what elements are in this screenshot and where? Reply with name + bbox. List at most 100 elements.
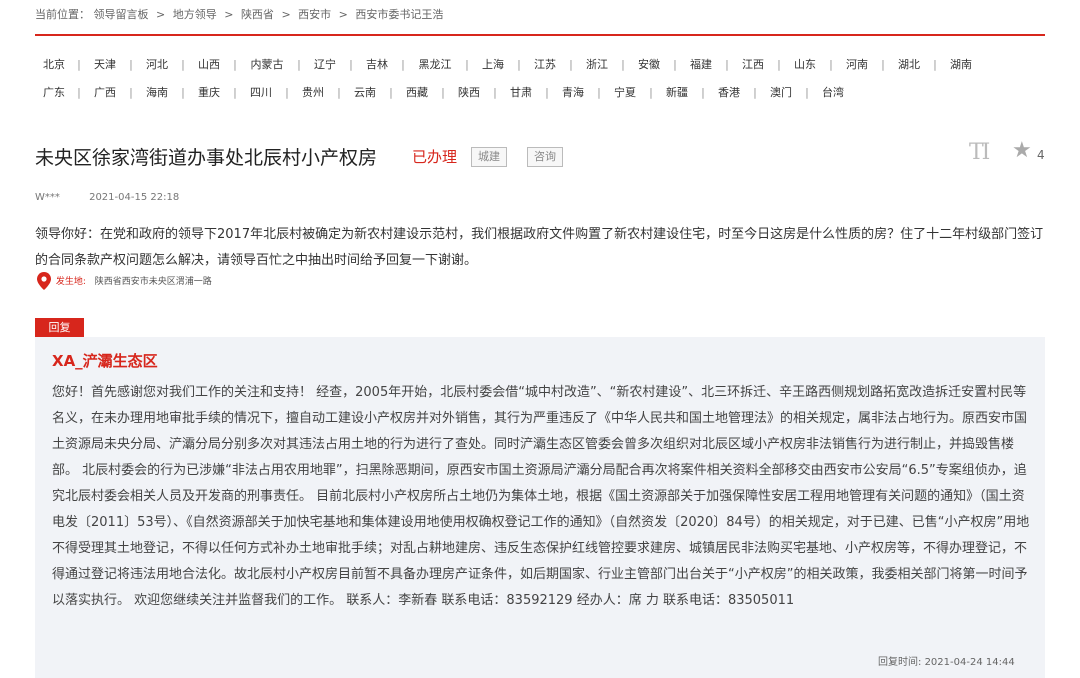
region-link[interactable]: 海南 <box>137 84 177 100</box>
font-size-icon[interactable]: TI <box>969 140 990 165</box>
star-count: 4 <box>1037 148 1045 162</box>
region-link[interactable]: 山东 <box>785 56 825 72</box>
region-link[interactable]: 台湾 <box>813 84 853 100</box>
region-link[interactable]: 河北 <box>137 56 177 72</box>
region-link[interactable]: 上海 <box>473 56 513 72</box>
region-link[interactable]: 江苏 <box>525 56 565 72</box>
region-link[interactable]: 北京 <box>35 56 73 72</box>
region-link[interactable]: 宁夏 <box>605 84 645 100</box>
region-divider: | <box>401 58 405 71</box>
region-link[interactable]: 辽宁 <box>305 56 345 72</box>
reply-time: 回复时间: 2021-04-24 14:44 <box>878 653 1015 668</box>
region-divider: | <box>389 86 393 99</box>
region-divider: | <box>129 58 133 71</box>
region-link[interactable]: 澳门 <box>761 84 801 100</box>
region-link[interactable]: 湖北 <box>889 56 929 72</box>
region-divider: | <box>77 86 81 99</box>
region-link[interactable]: 吉林 <box>357 56 397 72</box>
reply-department: XA_浐灞生态区 <box>52 352 158 370</box>
message-content: 领导你好：在党和政府的领导下2017年北辰村被确定为新农村建设示范村，我们根据政… <box>35 227 1044 268</box>
location-pin-icon <box>37 272 51 290</box>
breadcrumb-separator: > <box>156 8 166 21</box>
region-divider: | <box>465 58 469 71</box>
region-divider: | <box>569 58 573 71</box>
breadcrumb-item[interactable]: 领导留言板 <box>94 8 149 21</box>
location: 发生地: 陕西省西安市未央区渭浦一路 <box>37 272 212 290</box>
region-link[interactable]: 山西 <box>189 56 229 72</box>
region-link[interactable]: 青海 <box>553 84 593 100</box>
region-link[interactable]: 湖南 <box>941 56 981 72</box>
region-link[interactable]: 内蒙古 <box>241 56 293 72</box>
region-divider: | <box>129 86 133 99</box>
region-link[interactable]: 广东 <box>35 84 73 100</box>
breadcrumb-separator: > <box>338 8 348 21</box>
region-divider: | <box>621 58 625 71</box>
region-divider: | <box>181 58 185 71</box>
region-divider: | <box>233 58 237 71</box>
region-divider: | <box>517 58 521 71</box>
header-divider <box>35 34 1045 36</box>
region-link[interactable]: 西藏 <box>397 84 437 100</box>
region-link[interactable]: 浙江 <box>577 56 617 72</box>
region-nav-row-2: 广东 | 广西 | 海南 | 重庆 | 四川 | 贵州 | 云南 | 西藏 | 陕西 | 甘肃 | 青海 | 宁夏 | 新疆 | 香… <box>35 84 853 100</box>
region-divider: | <box>181 86 185 99</box>
breadcrumb-item[interactable]: 陕西省 <box>241 8 274 21</box>
region-link[interactable]: 广西 <box>85 84 125 100</box>
region-divider: | <box>933 58 937 71</box>
region-link[interactable]: 黑龙江 <box>409 56 461 72</box>
region-divider: | <box>701 86 705 99</box>
region-divider: | <box>337 86 341 99</box>
region-link[interactable]: 河南 <box>837 56 877 72</box>
reply-time-label: 回复时间: <box>878 657 922 668</box>
region-divider: | <box>441 86 445 99</box>
region-nav-row-1: 北京 | 天津 | 河北 | 山西 | 内蒙古 | 辽宁 | 吉林 | 黑龙江 | 上海 | 江苏 | 浙江 | 安徽 | 福建… <box>35 56 981 72</box>
region-divider: | <box>881 58 885 71</box>
author: W*** <box>35 192 60 203</box>
region-divider: | <box>77 58 81 71</box>
region-divider: | <box>493 86 497 99</box>
message-title: 未央区徐家湾街道办事处北辰村小产权房 <box>35 147 378 169</box>
region-divider: | <box>285 86 289 99</box>
region-link[interactable]: 陕西 <box>449 84 489 100</box>
region-divider: | <box>753 86 757 99</box>
region-link[interactable]: 香港 <box>709 84 749 100</box>
region-link[interactable]: 贵州 <box>293 84 333 100</box>
region-divider: | <box>649 86 653 99</box>
region-divider: | <box>673 58 677 71</box>
breadcrumb-separator: > <box>224 8 234 21</box>
region-divider: | <box>297 58 301 71</box>
message-meta: W*** 2021-04-15 22:18 <box>35 192 179 203</box>
region-link[interactable]: 江西 <box>733 56 773 72</box>
reply-tab: 回复 <box>35 318 84 337</box>
breadcrumb-item[interactable]: 地方领导 <box>173 8 217 21</box>
region-divider: | <box>805 86 809 99</box>
category-tag[interactable]: 城建 <box>471 147 507 167</box>
type-tag[interactable]: 咨询 <box>527 147 563 167</box>
region-link[interactable]: 云南 <box>345 84 385 100</box>
reply-content: 您好！首先感谢您对我们工作的关注和支持！ 经查，2005年开始，北辰村委会借“城… <box>52 385 1030 608</box>
region-link[interactable]: 重庆 <box>189 84 229 100</box>
region-divider: | <box>725 58 729 71</box>
region-link[interactable]: 天津 <box>85 56 125 72</box>
breadcrumb-separator: > <box>281 8 291 21</box>
region-divider: | <box>829 58 833 71</box>
reply-time-value: 2021-04-24 14:44 <box>924 657 1015 668</box>
location-address: 陕西省西安市未央区渭浦一路 <box>94 276 212 287</box>
region-link[interactable]: 安徽 <box>629 56 669 72</box>
breadcrumb-item[interactable]: 西安市 <box>298 8 331 21</box>
region-divider: | <box>597 86 601 99</box>
region-link[interactable]: 福建 <box>681 56 721 72</box>
breadcrumb-item[interactable]: 西安市委书记王浩 <box>355 8 443 21</box>
breadcrumb: 当前位置： 领导留言板 > 地方领导 > 陕西省 > 西安市 > 西安市委书记王… <box>35 6 443 22</box>
message-date: 2021-04-15 22:18 <box>89 192 180 203</box>
region-link[interactable]: 新疆 <box>657 84 697 100</box>
breadcrumb-label: 当前位置： <box>35 8 90 21</box>
location-label: 发生地: <box>55 276 86 287</box>
region-divider: | <box>777 58 781 71</box>
region-divider: | <box>233 86 237 99</box>
region-divider: | <box>349 58 353 71</box>
status-label: 已办理 <box>412 148 458 166</box>
region-link[interactable]: 甘肃 <box>501 84 541 100</box>
star-icon[interactable]: ★ <box>1012 138 1032 163</box>
region-link[interactable]: 四川 <box>241 84 281 100</box>
